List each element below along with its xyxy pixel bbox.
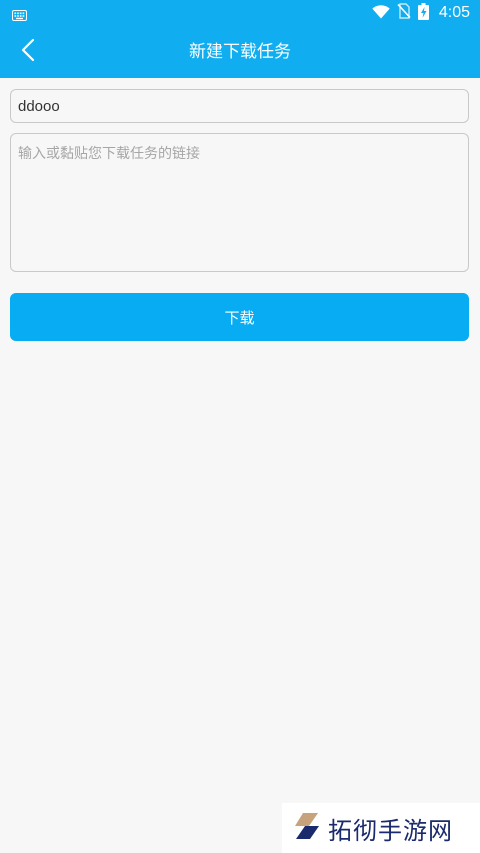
chevron-left-icon — [20, 38, 36, 66]
screen: 4:05 新建下载任务 下载 拓彻手游网 — [0, 0, 480, 853]
clock: 4:05 — [438, 4, 470, 21]
task-name-input[interactable] — [10, 89, 469, 123]
site-logo-icon — [294, 812, 320, 844]
watermark: 拓彻手游网 — [282, 803, 480, 853]
wifi-icon — [372, 4, 390, 23]
download-button[interactable]: 下载 — [10, 293, 469, 341]
keyboard-icon — [12, 6, 27, 25]
back-button[interactable] — [8, 32, 48, 72]
status-icons: 4:05 — [372, 2, 470, 24]
download-url-textarea[interactable] — [10, 133, 469, 272]
page-title: 新建下载任务 — [189, 42, 291, 62]
no-sim-icon — [397, 3, 411, 23]
app-bar: 新建下载任务 — [0, 26, 480, 78]
battery-charging-icon — [417, 2, 429, 24]
watermark-text: 拓彻手游网 — [328, 816, 453, 845]
status-bar: 4:05 — [0, 0, 480, 26]
